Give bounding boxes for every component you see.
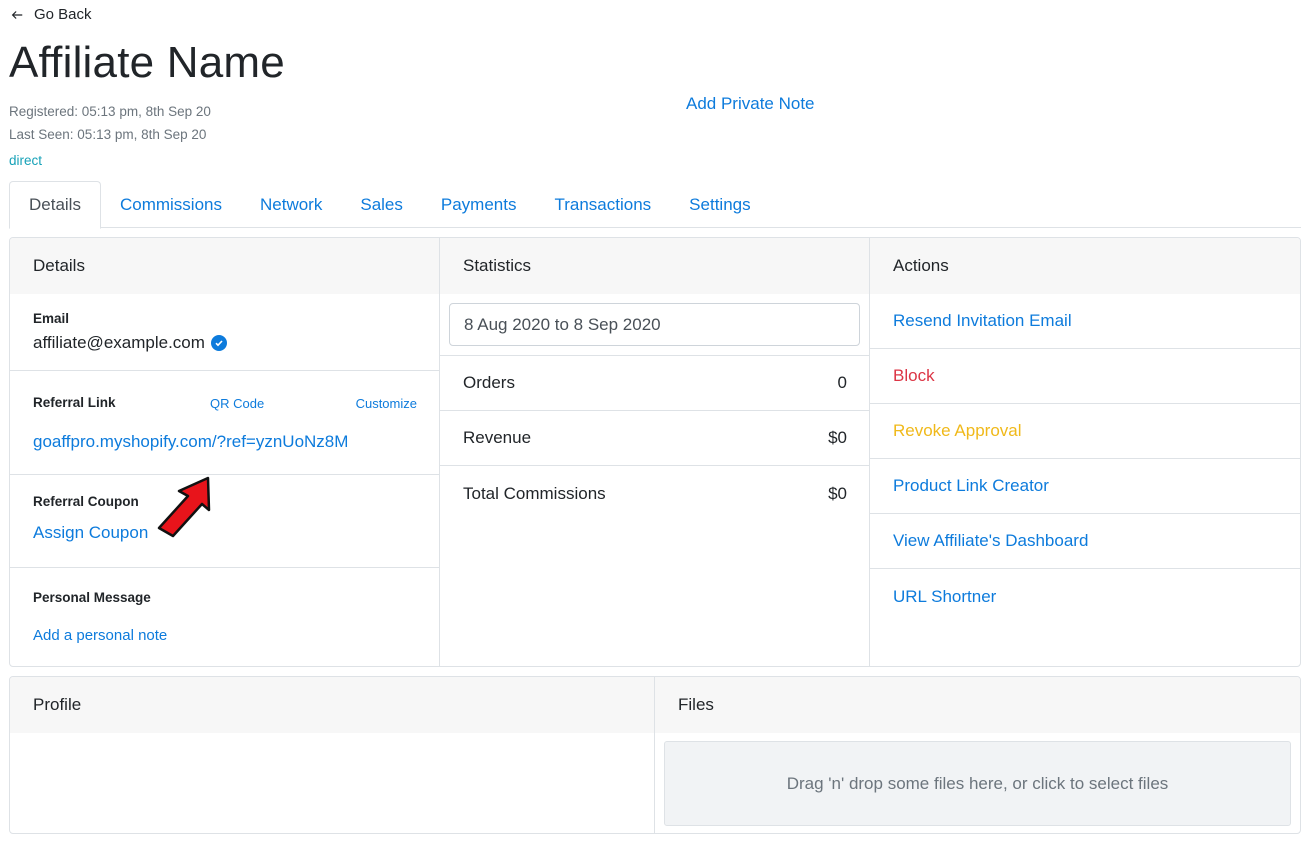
block-action[interactable]: Block: [870, 349, 1300, 404]
files-card: Files Drag 'n' drop some files here, or …: [655, 677, 1300, 833]
add-private-note-link[interactable]: Add Private Note: [686, 94, 815, 114]
email-label: Email: [33, 311, 70, 326]
product-link-creator-action[interactable]: Product Link Creator: [870, 459, 1300, 514]
personal-message-section: Personal Message Add a personal note: [10, 568, 439, 666]
personal-message-label: Personal Message: [33, 589, 151, 605]
go-back-link[interactable]: Go Back: [10, 6, 92, 23]
profile-heading: Profile: [10, 677, 654, 733]
stat-orders: Orders 0: [440, 356, 869, 411]
stat-value: $0: [828, 428, 847, 447]
tab-network[interactable]: Network: [241, 181, 341, 228]
stat-total-commissions: Total Commissions $0: [440, 466, 869, 521]
stat-value: $0: [828, 483, 847, 503]
stat-value: 0: [837, 373, 847, 392]
add-personal-note-link[interactable]: Add a personal note: [33, 627, 167, 644]
date-range-picker[interactable]: 8 Aug 2020 to 8 Sep 2020: [449, 303, 860, 346]
tab-sales[interactable]: Sales: [341, 181, 422, 228]
actions-heading: Actions: [870, 238, 1300, 294]
referral-link-label: Referral Link: [33, 394, 116, 410]
statistics-card: Statistics 8 Aug 2020 to 8 Sep 2020 Orde…: [440, 238, 870, 666]
arrow-left-icon: [11, 10, 23, 19]
tab-bar: Details Commissions Network Sales Paymen…: [9, 181, 1301, 229]
last-seen-timestamp: Last Seen: 05:13 pm, 8th Sep 20: [9, 127, 207, 142]
assign-coupon-link[interactable]: Assign Coupon: [33, 523, 148, 543]
actions-card: Actions Resend Invitation Email Block Re…: [870, 238, 1300, 666]
qr-code-link[interactable]: QR Code: [210, 396, 264, 411]
view-dashboard-action[interactable]: View Affiliate's Dashboard: [870, 514, 1300, 569]
overview-cards: Details Email affiliate@example.com Refe…: [9, 237, 1301, 667]
url-shortner-action[interactable]: URL Shortner: [870, 569, 1300, 624]
details-card: Details Email affiliate@example.com Refe…: [10, 238, 440, 666]
details-heading: Details: [10, 238, 439, 294]
tab-details[interactable]: Details: [9, 181, 101, 229]
referral-link-section: Referral Link QR Code Customize goaffpro…: [10, 371, 439, 476]
statistics-heading: Statistics: [440, 238, 869, 294]
tab-commissions[interactable]: Commissions: [101, 181, 241, 228]
source-label: direct: [9, 153, 43, 168]
stat-revenue: Revenue $0: [440, 411, 869, 466]
email-value-row: affiliate@example.com: [33, 333, 227, 353]
referral-link-url[interactable]: goaffpro.myshopify.com/?ref=yznUoNz8M: [33, 432, 348, 452]
stat-label: Revenue: [463, 428, 532, 447]
email-value: affiliate@example.com: [33, 333, 205, 352]
email-section: Email affiliate@example.com: [10, 294, 439, 371]
resend-invitation-action[interactable]: Resend Invitation Email: [870, 294, 1300, 349]
go-back-label: Go Back: [34, 6, 92, 23]
files-heading: Files: [655, 677, 1300, 733]
tab-settings[interactable]: Settings: [670, 181, 769, 228]
tab-payments[interactable]: Payments: [422, 181, 536, 228]
bottom-cards: Profile Files Drag 'n' drop some files h…: [9, 676, 1301, 834]
verified-check-icon: [210, 335, 227, 351]
stat-label: Total Commissions: [463, 483, 606, 503]
revoke-approval-action[interactable]: Revoke Approval: [870, 404, 1300, 459]
statistics-list: Orders 0 Revenue $0 Total Commissions $0: [440, 355, 869, 521]
page-title: Affiliate Name: [9, 38, 285, 87]
file-dropzone[interactable]: Drag 'n' drop some files here, or click …: [664, 741, 1291, 826]
referral-coupon-label: Referral Coupon: [33, 494, 139, 510]
tab-transactions[interactable]: Transactions: [535, 181, 670, 228]
customize-link[interactable]: Customize: [356, 396, 417, 411]
registered-timestamp: Registered: 05:13 pm, 8th Sep 20: [9, 104, 211, 119]
stat-label: Orders: [463, 373, 515, 392]
profile-card: Profile: [10, 677, 655, 833]
referral-coupon-section: Referral Coupon Assign Coupon: [10, 475, 439, 568]
